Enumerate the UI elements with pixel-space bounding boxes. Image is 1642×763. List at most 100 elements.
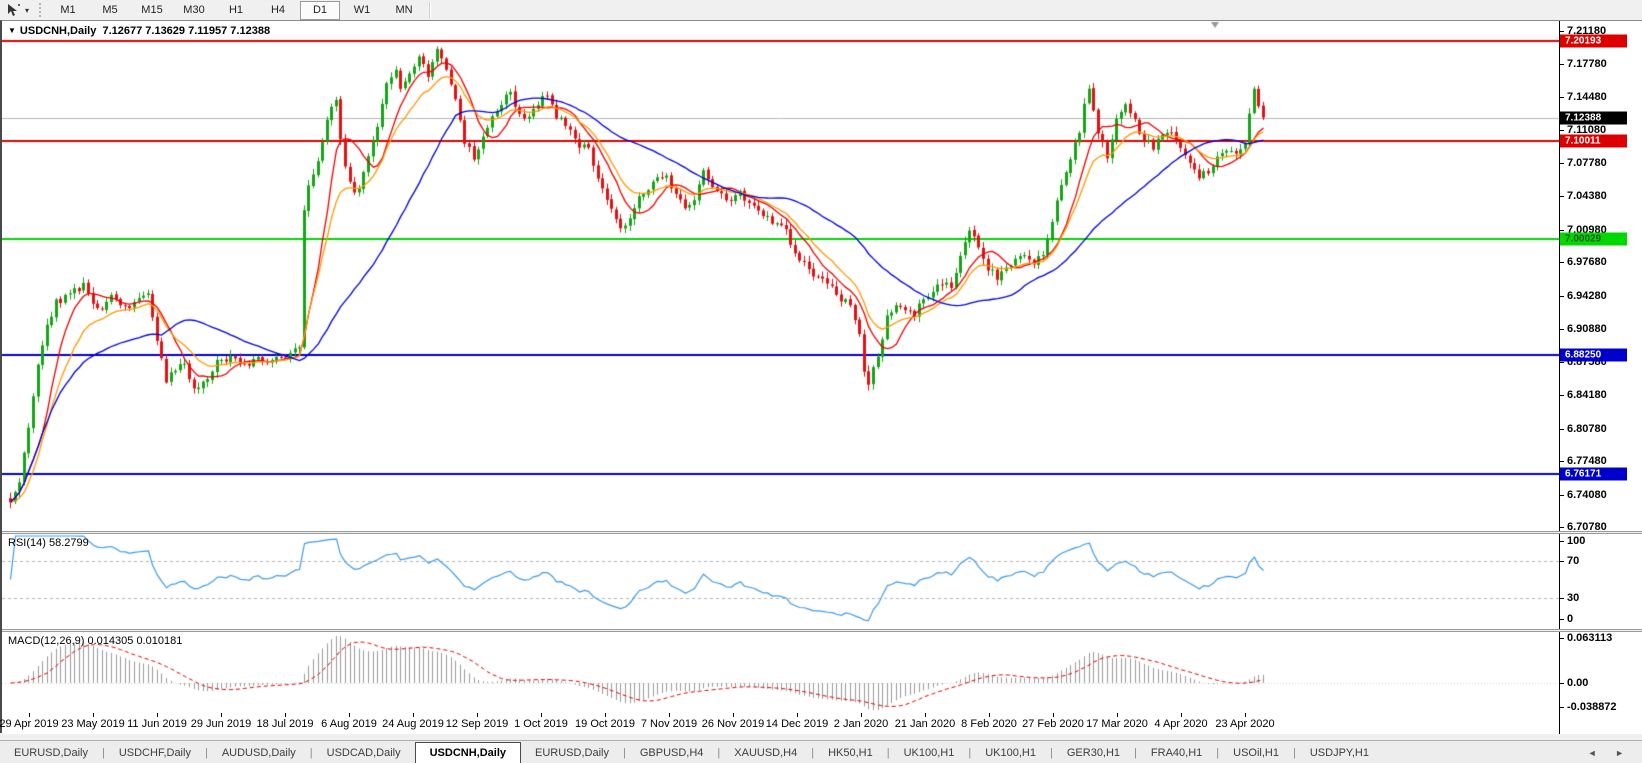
chart-ohlc-values: 7.12677 7.13629 7.11957 7.12388 bbox=[102, 25, 270, 37]
price-axis-tick bbox=[1560, 163, 1564, 164]
price-axis-tick bbox=[1560, 31, 1564, 32]
chart-tab-usdcnh-daily[interactable]: USDCNH,Daily bbox=[415, 742, 521, 763]
date-axis-tick bbox=[477, 713, 478, 717]
date-axis-label: 24 Aug 2019 bbox=[382, 718, 444, 730]
price-axis-tick bbox=[1560, 461, 1564, 462]
chart-tab-uk100-h1[interactable]: UK100,H1 bbox=[971, 742, 1050, 763]
timeframe-button-m5[interactable]: M5 bbox=[90, 1, 130, 20]
date-axis-label: 19 Oct 2019 bbox=[575, 718, 635, 730]
price-axis[interactable]: 7.211807.177807.144807.110807.077807.043… bbox=[1559, 21, 1642, 734]
chart-tab-usoil-h1[interactable]: USOil,H1 bbox=[1219, 742, 1293, 763]
price-level-tag-6-76171: 6.76171 bbox=[1560, 467, 1627, 480]
timeframe-button-m1[interactable]: M1 bbox=[48, 1, 88, 20]
price-axis-tick bbox=[1560, 527, 1564, 528]
date-axis-tick bbox=[29, 713, 30, 717]
crosshair-cursor-icon[interactable] bbox=[3, 2, 25, 18]
price-axis-tick-label: 6.80780 bbox=[1567, 423, 1607, 435]
date-axis-label: 17 Mar 2020 bbox=[1086, 718, 1148, 730]
macd-main-value: 0.014305 bbox=[87, 635, 133, 647]
date-axis-label: 21 Jan 2020 bbox=[895, 718, 956, 730]
price-level-tag-7-00029: 7.00029 bbox=[1560, 233, 1627, 246]
macd-axis-tick bbox=[1560, 707, 1564, 708]
timeframe-button-h1[interactable]: H1 bbox=[216, 1, 256, 20]
price-level-tag-7-10011: 7.10011 bbox=[1560, 134, 1627, 147]
date-axis-label: 14 Dec 2019 bbox=[766, 718, 828, 730]
cursor-dropdown-caret-icon[interactable]: ▾ bbox=[25, 6, 37, 15]
chart-tab-eurusd-daily[interactable]: EURUSD,Daily bbox=[521, 742, 623, 763]
chart-tab-gbpusd-h4[interactable]: GBPUSD,H4 bbox=[626, 742, 718, 763]
date-axis-label: 12 Sep 2019 bbox=[446, 718, 508, 730]
date-axis-tick bbox=[1053, 713, 1054, 717]
price-axis-tick bbox=[1560, 362, 1564, 363]
chart-tab-xauusd-h4[interactable]: XAUUSD,H4 bbox=[720, 742, 811, 763]
macd-axis-tick bbox=[1560, 683, 1564, 684]
price-axis-tick bbox=[1560, 130, 1564, 131]
date-axis-tick bbox=[989, 713, 990, 717]
chart-tab-uk100-h1[interactable]: UK100,H1 bbox=[890, 742, 969, 763]
chart-tab-hk50-h1[interactable]: HK50,H1 bbox=[814, 742, 887, 763]
price-axis-tick-label: 6.84180 bbox=[1567, 389, 1607, 401]
date-axis-tick bbox=[861, 713, 862, 717]
date-axis-label: 26 Nov 2019 bbox=[702, 718, 764, 730]
date-axis-label: 11 Jun 2019 bbox=[127, 718, 187, 730]
date-axis-tick bbox=[541, 713, 542, 717]
date-axis-label: 6 Aug 2019 bbox=[321, 718, 377, 730]
chart-symbol-period: USDCNH,Daily bbox=[20, 25, 96, 37]
date-axis-label: 4 Apr 2020 bbox=[1154, 718, 1207, 730]
timeframe-button-h4[interactable]: H4 bbox=[258, 1, 298, 20]
macd-signal-value: 0.010181 bbox=[136, 635, 182, 647]
chart-tab-usdcad-daily[interactable]: USDCAD,Daily bbox=[313, 742, 415, 763]
date-axis-label: 27 Feb 2020 bbox=[1022, 718, 1084, 730]
price-level-tag-6-88250: 6.88250 bbox=[1560, 349, 1627, 362]
date-axis-label: 8 Feb 2020 bbox=[961, 718, 1017, 730]
macd-axis-label: 0.063113 bbox=[1567, 632, 1612, 644]
price-level-tag-7-12388: 7.12388 bbox=[1560, 111, 1627, 124]
date-axis-tick bbox=[1245, 713, 1246, 717]
collapse-triangle-icon[interactable]: ▼ bbox=[8, 26, 16, 35]
rsi-axis-tick bbox=[1560, 541, 1564, 542]
rsi-name: RSI(14) bbox=[8, 537, 46, 549]
price-axis-tick bbox=[1560, 329, 1564, 330]
date-axis-label: 2 Jan 2020 bbox=[834, 718, 888, 730]
date-axis-tick bbox=[605, 713, 606, 717]
timeframe-button-mn[interactable]: MN bbox=[384, 1, 424, 20]
chart-tab-eurusd-daily[interactable]: EURUSD,Daily bbox=[0, 742, 102, 763]
date-axis-tick bbox=[669, 713, 670, 717]
panel-divider-macd[interactable] bbox=[2, 629, 1642, 632]
date-axis-tick bbox=[925, 713, 926, 717]
chart-tab-fra40-h1[interactable]: FRA40,H1 bbox=[1137, 742, 1216, 763]
timeframe-button-w1[interactable]: W1 bbox=[342, 1, 382, 20]
macd-label: MACD(12,26,9) 0.014305 0.010181 bbox=[8, 635, 182, 647]
price-axis-tick-label: 6.90880 bbox=[1567, 323, 1607, 335]
date-axis-tick bbox=[285, 713, 286, 717]
chart-tab-ger30-h1[interactable]: GER30,H1 bbox=[1053, 742, 1134, 763]
price-axis-tick bbox=[1560, 64, 1564, 65]
rsi-indicator-canvas[interactable] bbox=[2, 534, 1559, 629]
chart-tab-audusd-daily[interactable]: AUDUSD,Daily bbox=[208, 742, 310, 763]
rsi-axis-label-30: 30 bbox=[1567, 592, 1579, 604]
price-axis-tick-label: 6.97680 bbox=[1567, 256, 1607, 268]
date-axis-tick bbox=[733, 713, 734, 717]
chart-tab-usdchf-daily[interactable]: USDCHF,Daily bbox=[105, 742, 205, 763]
rsi-current-value: 58.2799 bbox=[49, 537, 89, 549]
timeframe-button-m15[interactable]: M15 bbox=[132, 1, 172, 20]
date-axis-tick bbox=[1117, 713, 1118, 717]
macd-indicator-canvas[interactable] bbox=[2, 632, 1559, 713]
price-axis-tick bbox=[1560, 230, 1564, 231]
date-axis-label: 29 Apr 2019 bbox=[0, 718, 59, 730]
price-axis-tick bbox=[1560, 495, 1564, 496]
macd-name: MACD(12,26,9) bbox=[8, 635, 84, 647]
price-axis-tick-label: 7.14480 bbox=[1567, 91, 1607, 103]
price-chart-canvas[interactable] bbox=[2, 21, 1559, 531]
toolbar: ▾ M1M5M15M30H1H4D1W1MN bbox=[0, 0, 1642, 21]
panel-divider-rsi[interactable] bbox=[2, 531, 1642, 534]
tab-scroll-arrows-icon[interactable]: ◄ ► bbox=[1588, 748, 1632, 758]
timeframe-button-m30[interactable]: M30 bbox=[174, 1, 214, 20]
date-axis[interactable]: 29 Apr 201923 May 201911 Jun 201929 Jun … bbox=[2, 713, 1559, 734]
date-axis-tick bbox=[1181, 713, 1182, 717]
chart-tab-usdjpy-h1[interactable]: USDJPY,H1 bbox=[1296, 742, 1383, 763]
rsi-axis-label-70: 70 bbox=[1567, 555, 1579, 567]
chart-tab-bar: EURUSD,Daily|USDCHF,Daily|AUDUSD,Daily|U… bbox=[0, 740, 1642, 763]
timeframe-button-d1[interactable]: D1 bbox=[300, 1, 340, 20]
rsi-axis-tick bbox=[1560, 598, 1564, 599]
